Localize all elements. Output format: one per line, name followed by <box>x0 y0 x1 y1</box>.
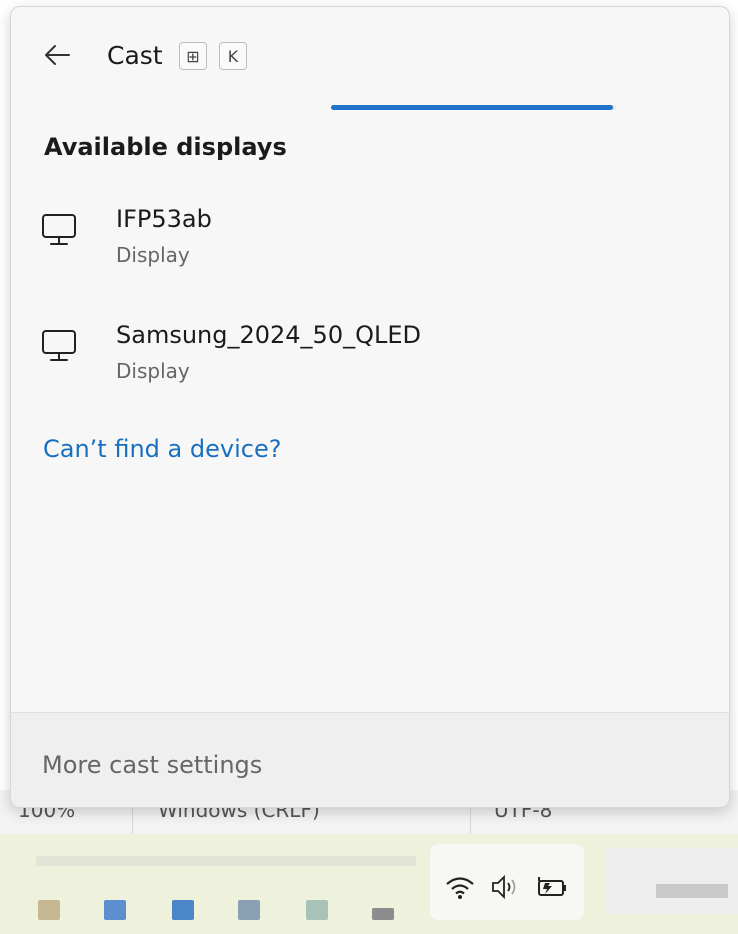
device-name: IFP53ab <box>116 205 212 233</box>
device-item-samsung[interactable]: Samsung_2024_50_QLED Display <box>11 321 729 417</box>
taskbar-app-icon[interactable] <box>38 900 60 920</box>
battery-charging-icon <box>536 874 570 904</box>
wifi-icon <box>444 874 476 904</box>
back-button[interactable] <box>35 35 79 79</box>
device-name: Samsung_2024_50_QLED <box>116 321 422 349</box>
taskbar <box>0 834 738 934</box>
flyout-title: Cast <box>107 41 163 70</box>
k-key-badge: K <box>219 42 247 70</box>
taskbar-app-icon[interactable] <box>372 908 394 920</box>
blurred-text <box>656 884 728 898</box>
available-displays-heading: Available displays <box>44 133 287 161</box>
device-item-ifp53ab[interactable]: IFP53ab Display <box>11 205 729 301</box>
flyout-footer: More cast settings <box>11 712 729 807</box>
arrow-left-icon <box>42 43 72 71</box>
taskbar-app-icon[interactable] <box>104 900 126 920</box>
cant-find-device-link[interactable]: Can’t find a device? <box>43 435 281 463</box>
monitor-icon <box>41 213 77 251</box>
device-type: Display <box>116 359 190 383</box>
windows-key-badge: ⊞ <box>179 42 207 70</box>
monitor-icon <box>41 329 77 367</box>
taskbar-app-icon[interactable] <box>172 900 194 920</box>
cast-flyout: Cast ⊞ K Available displays IFP53ab Disp… <box>10 6 730 808</box>
taskbar-app-icon[interactable] <box>238 900 260 920</box>
speaker-icon <box>490 874 522 904</box>
device-type: Display <box>116 243 190 267</box>
progress-fill <box>331 105 614 110</box>
blurred-region <box>36 856 416 866</box>
search-progress-bar <box>331 105 616 110</box>
taskbar-app-icon[interactable] <box>306 900 328 920</box>
quick-settings-tray[interactable] <box>430 844 584 920</box>
blurred-clock-region <box>606 848 738 914</box>
more-cast-settings-link[interactable]: More cast settings <box>42 751 262 779</box>
